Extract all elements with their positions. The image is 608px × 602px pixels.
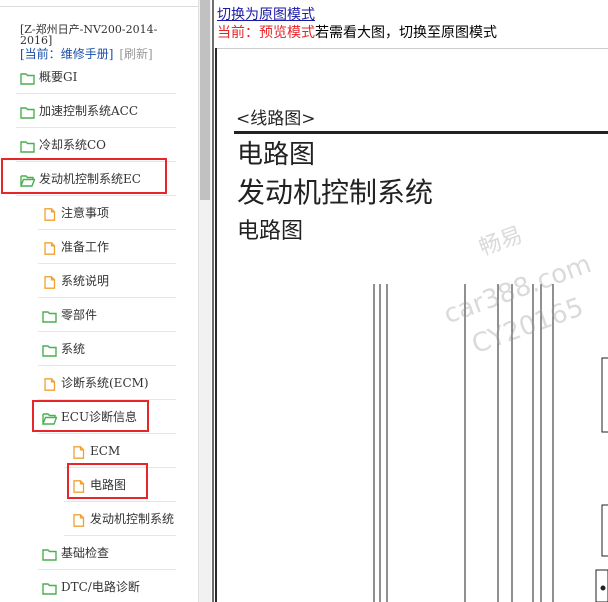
diagram-title-1: 电路图 bbox=[237, 140, 315, 170]
tree-separator bbox=[38, 297, 176, 298]
folder-icon bbox=[42, 580, 57, 595]
tree-item-label: 系统 bbox=[61, 342, 86, 356]
tree-separator bbox=[16, 93, 176, 94]
highlight-box bbox=[67, 463, 148, 499]
tree-separator bbox=[38, 263, 176, 264]
panel-divider bbox=[212, 0, 214, 602]
folder-icon bbox=[42, 342, 57, 357]
tree-separator bbox=[38, 569, 176, 570]
folder-icon bbox=[20, 104, 35, 119]
document-icon bbox=[42, 376, 57, 391]
folder-icon bbox=[42, 308, 57, 323]
tree-separator bbox=[38, 433, 176, 434]
tree-item-label: ECM bbox=[90, 444, 121, 458]
scrollbar-thumb[interactable] bbox=[200, 0, 210, 200]
current-manual-line: [当前：维修手册] [刷新] bbox=[20, 45, 153, 62]
tree-separator bbox=[38, 331, 176, 332]
wiring-diagram-image: <线路图> 电路图 发动机控制系统 电路图 bbox=[234, 109, 608, 602]
document-title: [Z-郑州日产-NV200-2014-2016] bbox=[20, 23, 158, 47]
tree-separator bbox=[38, 365, 176, 366]
tree-separator bbox=[16, 195, 176, 196]
document-icon bbox=[42, 274, 57, 289]
tree-item-label: 加速控制系统ACC bbox=[39, 104, 139, 118]
current-prefix: [当前： bbox=[20, 47, 61, 61]
tree-item-label: DTC/电路诊断 bbox=[61, 580, 140, 594]
tree-item-label: 发动机控制系统 bbox=[90, 512, 175, 526]
refresh-link[interactable]: [刷新] bbox=[119, 47, 152, 61]
tree-separator bbox=[38, 229, 176, 230]
folder-icon bbox=[20, 70, 35, 85]
tree-top-bar bbox=[0, 0, 198, 7]
section-tag: <线路图> bbox=[236, 109, 316, 129]
diagram-title-3: 电路图 bbox=[237, 219, 303, 244]
tree-item-label: 准备工作 bbox=[61, 240, 110, 254]
tree-scrollbar[interactable] bbox=[198, 0, 211, 602]
tree-separator bbox=[16, 127, 176, 128]
tree-item-label: 诊断系统(ECM) bbox=[61, 376, 149, 390]
diagram-title-2: 发动机控制系统 bbox=[237, 176, 433, 209]
highlight-box bbox=[32, 400, 149, 432]
tree-separator bbox=[64, 501, 176, 502]
tree-item-label: 冷却系统CO bbox=[39, 138, 107, 152]
folder-icon bbox=[42, 546, 57, 561]
current-manual: 维修手册] bbox=[60, 47, 114, 61]
tree-item-label: 零部件 bbox=[61, 308, 98, 322]
title-rule bbox=[234, 131, 608, 134]
tree-panel: [Z-郑州日产-NV200-2014-2016] [当前：维修手册] [刷新] 概… bbox=[0, 0, 198, 602]
tree-item-label: 系统说明 bbox=[61, 274, 110, 288]
tree-separator bbox=[64, 535, 176, 536]
document-icon bbox=[71, 444, 86, 459]
document-icon bbox=[42, 206, 57, 221]
document-icon bbox=[42, 240, 57, 255]
tree-item-label: 基础检查 bbox=[61, 546, 110, 560]
tree-item-label: 概要GI bbox=[39, 70, 78, 84]
folder-icon bbox=[20, 138, 35, 153]
highlight-box bbox=[1, 158, 167, 194]
viewer-panel: 切换为原图模式 当前：预览模式若需看大图，切换至原图模式 <线路图> 电路图 发… bbox=[212, 0, 608, 602]
document-icon bbox=[71, 512, 86, 527]
tree-item-label: 注意事项 bbox=[61, 206, 110, 220]
